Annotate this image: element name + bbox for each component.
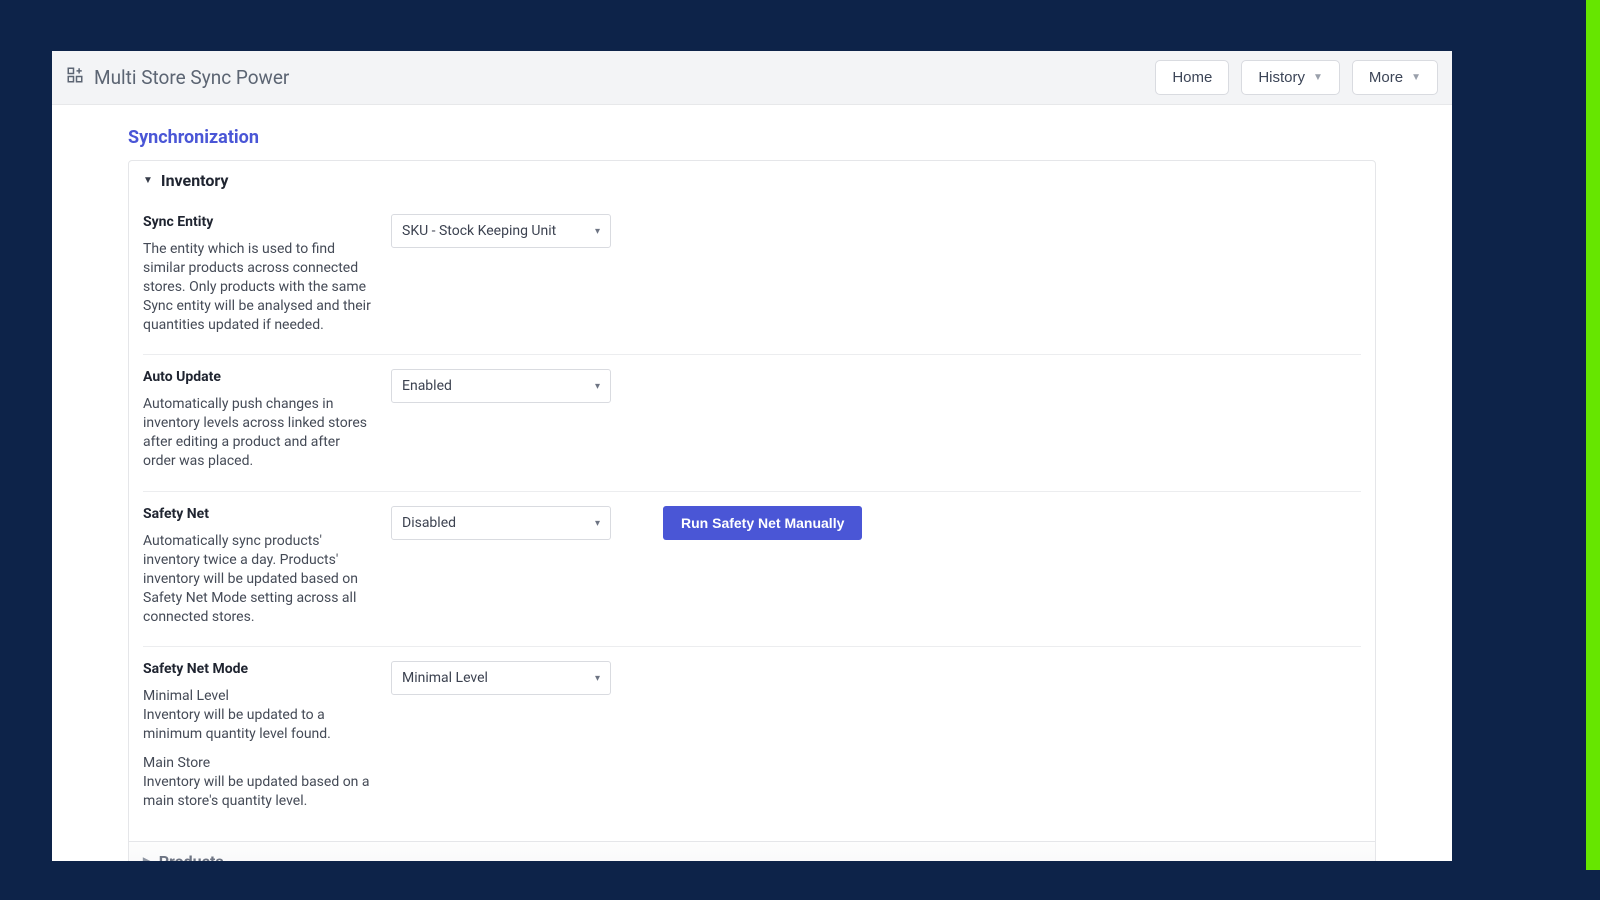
safety-net-mode-value: Minimal Level — [402, 670, 488, 686]
accent-bar — [1586, 0, 1600, 870]
home-button-label: Home — [1172, 69, 1212, 86]
sync-entity-select[interactable]: SKU - Stock Keeping Unit ▾ — [391, 214, 611, 248]
auto-update-control: Enabled ▾ — [391, 369, 639, 403]
accordion-products[interactable]: ▶ Products — [129, 841, 1375, 861]
more-button[interactable]: More ▼ — [1352, 60, 1438, 95]
app-title: Multi Store Sync Power — [94, 66, 289, 89]
sync-entity-labelcol: Sync Entity The entity which is used to … — [143, 214, 391, 334]
mode-block2-desc: Inventory will be updated based on a mai… — [143, 774, 370, 809]
safety-net-mode-title: Safety Net Mode — [143, 661, 373, 677]
safety-net-mode-control: Minimal Level ▾ — [391, 661, 639, 695]
app-grid-icon — [66, 66, 84, 89]
top-actions: Home History ▼ More ▼ — [1155, 60, 1438, 95]
safety-net-value: Disabled — [402, 515, 456, 531]
auto-update-value: Enabled — [402, 378, 452, 394]
row-sync-entity: Sync Entity The entity which is used to … — [143, 200, 1361, 354]
inventory-section: Sync Entity The entity which is used to … — [129, 200, 1375, 841]
caret-right-icon: ▶ — [143, 856, 151, 861]
chevron-down-icon: ▾ — [595, 226, 600, 237]
row-safety-net-mode: Safety Net Mode Minimal Level Inventory … — [143, 646, 1361, 830]
sync-entity-desc: The entity which is used to find similar… — [143, 240, 373, 334]
sync-entity-title: Sync Entity — [143, 214, 373, 230]
chevron-down-icon: ▼ — [1313, 72, 1323, 83]
safety-net-extra: Run Safety Net Manually — [639, 506, 862, 540]
safety-net-mode-block1: Minimal Level Inventory will be updated … — [143, 687, 373, 744]
safety-net-mode-block2: Main Store Inventory will be updated bas… — [143, 754, 373, 811]
sync-entity-control: SKU - Stock Keeping Unit ▾ — [391, 214, 639, 248]
safety-net-mode-select[interactable]: Minimal Level ▾ — [391, 661, 611, 695]
safety-net-mode-labelcol: Safety Net Mode Minimal Level Inventory … — [143, 661, 391, 810]
auto-update-labelcol: Auto Update Automatically push changes i… — [143, 369, 391, 471]
auto-update-desc: Automatically push changes in inventory … — [143, 395, 373, 471]
history-button[interactable]: History ▼ — [1241, 60, 1340, 95]
mode-block2-title: Main Store — [143, 755, 210, 771]
safety-net-control: Disabled ▾ — [391, 506, 639, 540]
home-button[interactable]: Home — [1155, 60, 1229, 95]
safety-net-labelcol: Safety Net Automatically sync products' … — [143, 506, 391, 626]
settings-panel: ▼ Inventory Sync Entity The entity which… — [128, 160, 1376, 861]
row-auto-update: Auto Update Automatically push changes i… — [143, 354, 1361, 491]
sync-entity-value: SKU - Stock Keeping Unit — [402, 223, 556, 239]
safety-net-title: Safety Net — [143, 506, 373, 522]
row-safety-net: Safety Net Automatically sync products' … — [143, 491, 1361, 646]
caret-down-icon: ▼ — [143, 175, 153, 186]
accordion-inventory-label: Inventory — [161, 171, 229, 190]
mode-block1-title: Minimal Level — [143, 688, 229, 704]
safety-net-select[interactable]: Disabled ▾ — [391, 506, 611, 540]
app-brand: Multi Store Sync Power — [66, 66, 289, 89]
app-window: Multi Store Sync Power Home History ▼ Mo… — [52, 51, 1452, 861]
auto-update-title: Auto Update — [143, 369, 373, 385]
more-button-label: More — [1369, 69, 1403, 86]
auto-update-select[interactable]: Enabled ▾ — [391, 369, 611, 403]
safety-net-desc: Automatically sync products' inventory t… — [143, 532, 373, 626]
chevron-down-icon: ▾ — [595, 673, 600, 684]
history-button-label: History — [1258, 69, 1305, 86]
accordion-inventory[interactable]: ▼ Inventory — [129, 161, 1375, 200]
content-area: Synchronization ▼ Inventory Sync Entity … — [52, 105, 1452, 861]
chevron-down-icon: ▾ — [595, 381, 600, 392]
page-title: Synchronization — [52, 119, 1452, 160]
run-safety-net-button[interactable]: Run Safety Net Manually — [663, 506, 862, 540]
top-bar: Multi Store Sync Power Home History ▼ Mo… — [52, 51, 1452, 105]
mode-block1-desc: Inventory will be updated to a minimum q… — [143, 707, 331, 742]
chevron-down-icon: ▼ — [1411, 72, 1421, 83]
chevron-down-icon: ▾ — [595, 518, 600, 529]
accordion-products-label: Products — [159, 852, 224, 861]
run-safety-net-label: Run Safety Net Manually — [681, 515, 844, 531]
